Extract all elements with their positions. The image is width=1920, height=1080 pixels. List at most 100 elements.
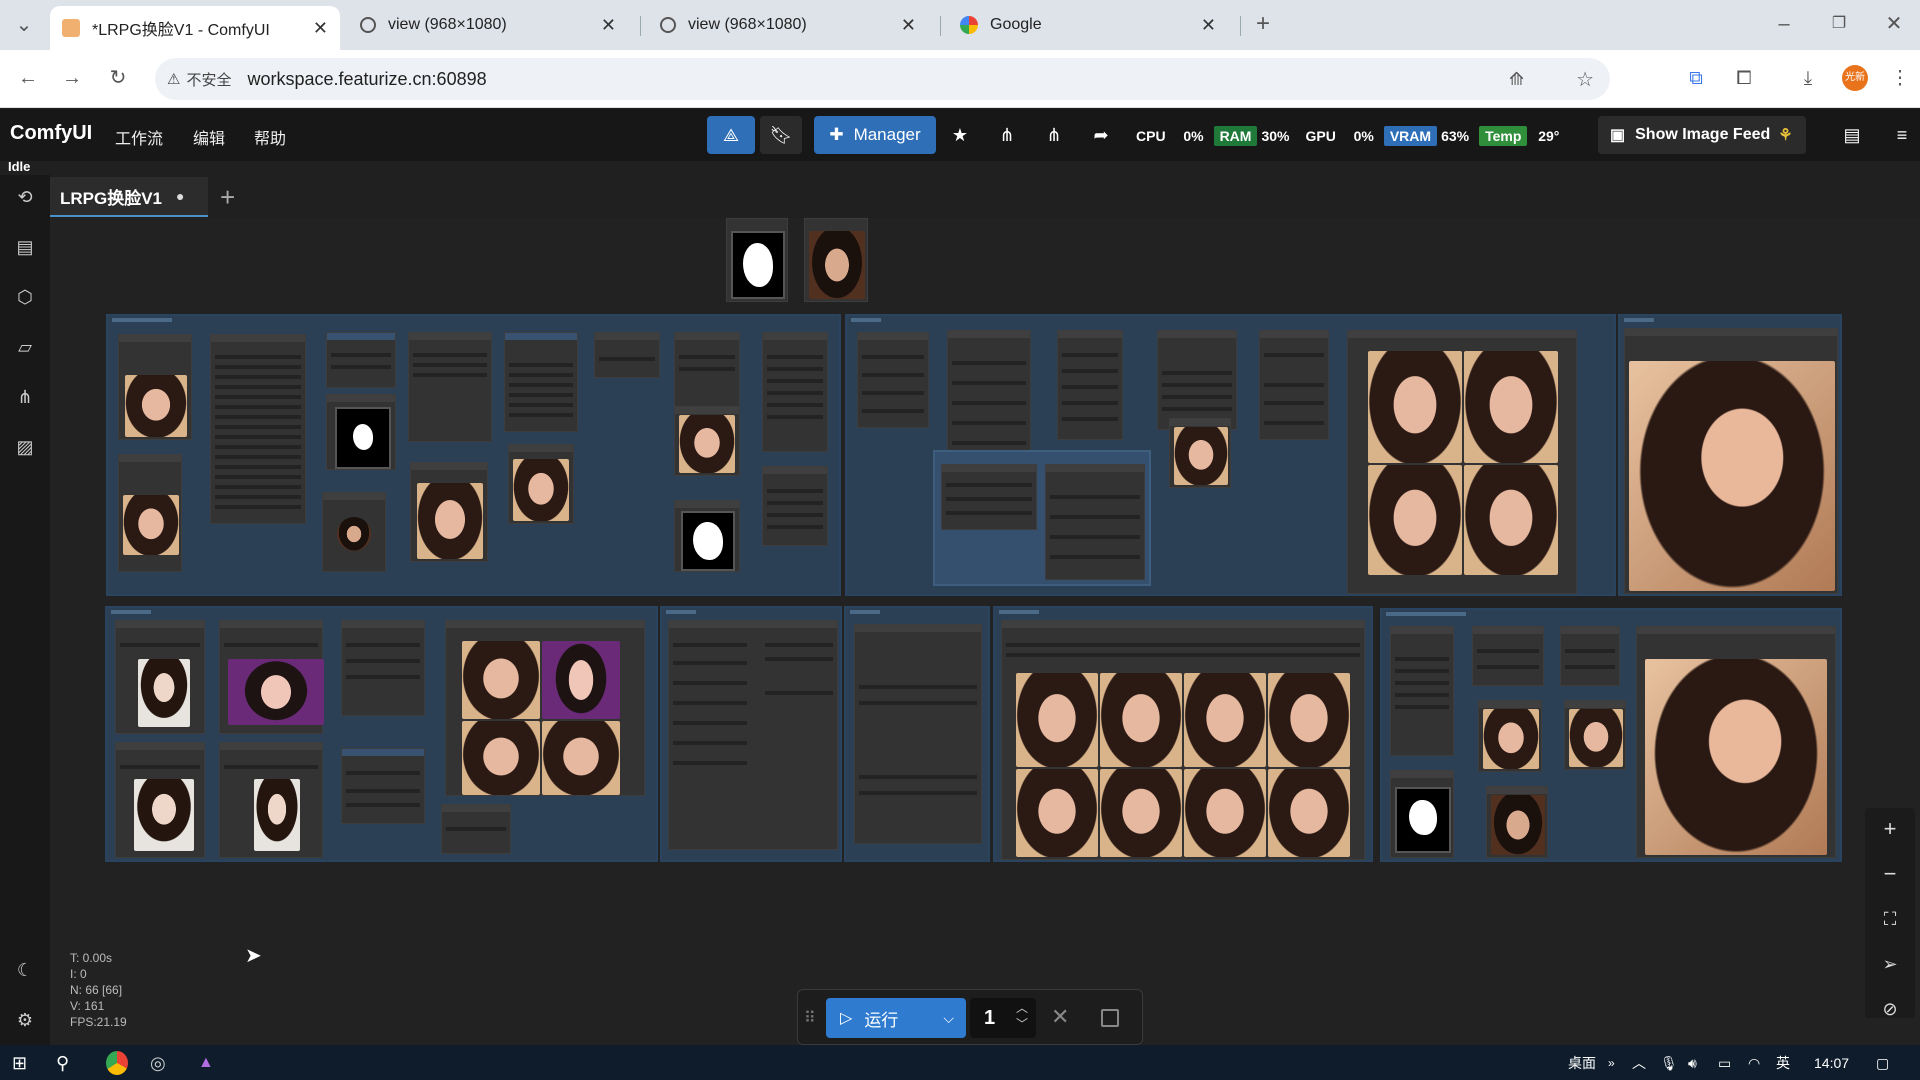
volume-icon[interactable]: 🔊︎ — [1688, 1051, 1697, 1075]
browser-tab-view-1[interactable]: view (968×1080) ✕ — [348, 8, 628, 42]
batch-node[interactable] — [341, 620, 425, 716]
browser-tab-google[interactable]: Google ✕ — [948, 8, 1228, 42]
preview-node[interactable] — [508, 444, 574, 524]
manager-button[interactable]: ✚ Manager — [814, 116, 936, 154]
forward-arrow-icon[interactable]: → — [58, 64, 86, 92]
small-node[interactable] — [1472, 626, 1544, 686]
run-queue-button[interactable]: ▷ 运行 ⌵ — [826, 998, 966, 1038]
node-group-detail-repair[interactable] — [1380, 608, 1842, 862]
small-node[interactable] — [441, 804, 511, 854]
bookmark-button[interactable]: 🔖︎ — [760, 116, 802, 154]
history-icon[interactable]: ⟲ — [10, 182, 40, 212]
comfy-logo-button[interactable]: ⟁ — [707, 116, 755, 154]
node-library-cube-icon[interactable]: ⬡ — [10, 282, 40, 312]
restore-window-icon[interactable]: ❐ — [1825, 10, 1853, 38]
workflow-tab[interactable]: LRPG换脸V1 ● — [50, 177, 208, 217]
mask-node[interactable] — [326, 394, 396, 470]
save-image-node[interactable] — [1624, 328, 1838, 594]
inner-node[interactable] — [1045, 464, 1145, 580]
node-group-face-input[interactable] — [106, 314, 841, 596]
battery-icon[interactable]: ▭ — [1718, 1051, 1731, 1075]
model-folder-icon[interactable]: ▱ — [10, 332, 40, 362]
settings-node[interactable] — [762, 332, 828, 452]
node-group-encode[interactable] — [844, 606, 990, 862]
chevron-down-icon[interactable]: ⌵ — [943, 1010, 954, 1027]
loader-node[interactable] — [857, 332, 929, 428]
drag-handle-icon[interactable]: ⠿ — [804, 1008, 816, 1028]
swap-results-preview-node[interactable] — [1001, 620, 1365, 860]
settings-node[interactable] — [210, 334, 306, 524]
sampler-node[interactable] — [947, 330, 1031, 460]
not-secure-warning-icon[interactable]: ⚠ — [167, 70, 180, 88]
microphone-icon[interactable]: 🎙︎ — [1660, 1051, 1678, 1075]
process-node[interactable] — [408, 332, 492, 442]
close-window-icon[interactable]: ✕ — [1880, 10, 1908, 38]
theme-moon-icon[interactable]: ☾ — [10, 955, 40, 985]
conditioning-node[interactable] — [1057, 330, 1123, 440]
back-arrow-icon[interactable]: ← — [14, 64, 42, 92]
browser-tab-comfyui[interactable]: *LRPG换脸V1 - ComfyUI ✕ — [50, 6, 340, 50]
mask-node[interactable] — [674, 500, 740, 572]
app-icon[interactable]: ▲ — [198, 1051, 214, 1075]
chevron-up-icon[interactable]: ︿ — [1016, 1000, 1028, 1016]
hide-links-eye-icon[interactable]: ⊘ — [1865, 988, 1915, 1030]
download-icon[interactable]: ⤓ — [1794, 65, 1822, 93]
security-label[interactable]: 不安全 — [186, 69, 231, 90]
address-bar[interactable]: ⚠ 不安全 workspace.featurize.cn:60898 ⟰ ☆ — [155, 58, 1610, 100]
desktop-toolbar-label[interactable]: 桌面 — [1568, 1051, 1596, 1075]
select-pointer-icon[interactable]: ➢ — [1865, 943, 1915, 985]
node-group-reference-faces[interactable] — [105, 606, 658, 862]
small-node[interactable] — [594, 332, 660, 378]
app-icon[interactable]: ◎ — [150, 1051, 166, 1075]
gallery-image-icon[interactable]: ▨ — [10, 432, 40, 462]
mask-node[interactable] — [1390, 770, 1454, 858]
comfyui-logo[interactable]: ComfyUI — [10, 122, 92, 145]
preview-mask-node[interactable] — [726, 218, 788, 302]
notification-icon[interactable]: ▢ — [1876, 1051, 1889, 1075]
queue-list-icon[interactable]: ▤ — [10, 232, 40, 262]
load-image-node[interactable] — [219, 620, 324, 734]
encode-node[interactable] — [504, 332, 578, 432]
preview-face-node[interactable] — [804, 218, 868, 302]
cancel-run-x-icon[interactable]: ✕ — [1051, 1004, 1069, 1030]
tab-search-chevron-icon[interactable]: ⌄ — [10, 11, 38, 39]
zoom-in-plus-icon[interactable]: + — [1865, 808, 1915, 850]
clock-time[interactable]: 14:07 — [1814, 1051, 1849, 1075]
workflow-tree-icon[interactable]: ⋔ — [10, 382, 40, 412]
node-group-face-swap[interactable] — [845, 314, 1616, 596]
settings-node[interactable] — [762, 466, 828, 546]
preview-node[interactable] — [1169, 418, 1231, 488]
preview-node[interactable] — [410, 462, 488, 562]
prompt-node[interactable] — [668, 620, 838, 850]
google-translate-extension-icon[interactable]: ⧉ — [1682, 65, 1710, 93]
tab-close-icon[interactable]: ✕ — [1201, 15, 1216, 36]
tab-close-icon[interactable]: ✕ — [901, 15, 916, 36]
encode-node[interactable] — [854, 624, 982, 844]
inner-node[interactable] — [941, 464, 1037, 530]
settings-node[interactable] — [1390, 626, 1454, 756]
input-method-label[interactable]: 英 — [1776, 1051, 1790, 1075]
preview-node[interactable] — [1564, 700, 1626, 770]
preview-node[interactable] — [1486, 786, 1548, 858]
preview-node[interactable] — [1478, 700, 1542, 772]
wifi-icon[interactable]: ◠ — [1748, 1051, 1760, 1075]
utility-node[interactable] — [326, 332, 396, 388]
batch-node[interactable] — [341, 748, 425, 824]
model-button-1[interactable]: ⋔ — [987, 116, 1027, 154]
inner-node-group[interactable] — [933, 450, 1151, 586]
model-button-2[interactable]: ⋔ — [1034, 116, 1074, 154]
new-tab-plus-icon[interactable]: + — [1249, 10, 1277, 38]
double-chevron-icon[interactable]: » — [1608, 1051, 1615, 1075]
output-batch-node[interactable] — [1347, 330, 1577, 594]
menu-workflow[interactable]: 工作流 — [115, 125, 163, 149]
profile-avatar[interactable]: 光新 — [1842, 65, 1868, 91]
node-canvas[interactable] — [50, 218, 1920, 1045]
tab-close-icon[interactable]: ✕ — [313, 18, 328, 39]
bookmark-star-icon[interactable]: ☆ — [1576, 67, 1594, 92]
translate-icon[interactable]: ⟰ — [1509, 69, 1524, 90]
load-image-node[interactable] — [118, 454, 182, 572]
star-button[interactable]: ★ — [940, 116, 980, 154]
url-text[interactable]: workspace.featurize.cn:60898 — [247, 69, 486, 90]
windows-start-icon[interactable]: ⊞ — [12, 1051, 27, 1075]
toggle-panel-button[interactable]: ▤ — [1834, 116, 1870, 154]
